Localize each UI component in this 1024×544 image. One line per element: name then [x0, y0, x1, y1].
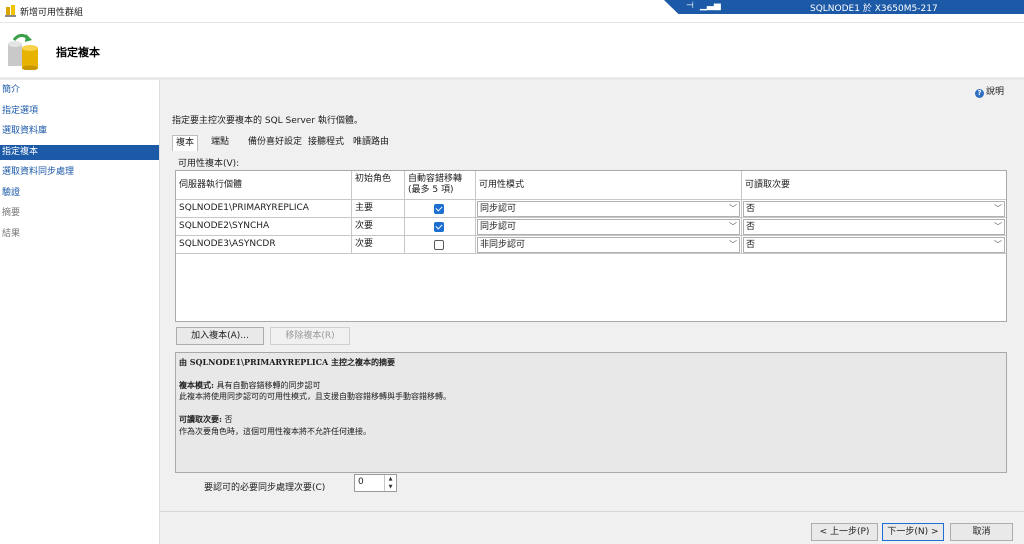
table-row[interactable]: SQLNODE1\PRIMARYREPLICA 主要 同步認可 ﹀ 否 ﹀: [176, 200, 1006, 218]
sidebar-item-select-databases[interactable]: 選取資料庫: [0, 124, 159, 139]
help-link[interactable]: ? 說明: [974, 84, 1004, 98]
readable-secondary-value: 否: [746, 222, 756, 232]
availability-mode-value: 同步認可: [480, 204, 517, 214]
availability-mode-dropdown[interactable]: 非同步認可 ﹀: [477, 237, 740, 253]
sidebar-item-summary: 摘要: [2, 208, 21, 218]
sidebar-item-validation[interactable]: 驗證: [0, 186, 159, 201]
wizard-sidebar: 簡介 指定選項 選取資料庫 指定複本 選取資料同步處理 驗證 摘要 結果: [0, 80, 160, 544]
summary-readable-line: 可讀取次要: 否: [179, 414, 233, 425]
tab-strip: 複本 端點 備份喜好設定 接聽程式 唯讀路由: [172, 135, 472, 151]
wizard-header: 指定複本: [0, 23, 1024, 77]
table-row[interactable]: SQLNODE2\SYNCHA 次要 同步認可 ﹀ 否 ﹀: [176, 218, 1006, 236]
page-title: 指定複本: [56, 46, 100, 59]
availability-mode-value: 同步認可: [480, 222, 517, 232]
tab-endpoints[interactable]: 端點: [208, 135, 232, 151]
readable-secondary-dropdown[interactable]: 否 ﹀: [743, 219, 1005, 235]
initial-role-cell: 次要: [352, 218, 405, 236]
auto-failover-checkbox[interactable]: [434, 204, 444, 214]
window-title: 新增可用性群組: [20, 8, 84, 18]
database-sync-icon: [8, 33, 38, 70]
next-button[interactable]: 下一步(N) >: [882, 523, 944, 541]
sidebar-item-specify-options[interactable]: 指定選項: [0, 104, 159, 119]
replica-summary-panel: 由 SQLNODE1\PRIMARYREPLICA 主控之複本的摘要 複本模式:…: [175, 352, 1007, 473]
summary-mode-line: 複本模式: 具有自動容錯移轉的同步認可: [179, 380, 321, 391]
stepper-arrows-icon[interactable]: ▲ ▼: [384, 475, 396, 491]
initial-role-cell: 次要: [352, 236, 405, 254]
auto-failover-cell: [405, 236, 476, 254]
readable-secondary-cell: 否 ﹀: [742, 218, 1006, 236]
help-icon: ?: [974, 89, 984, 98]
availability-mode-cell: 同步認可 ﹀: [476, 218, 742, 236]
summary-readable-description: 作為次要角色時，這個可用性複本將不允許任何連接。: [179, 427, 371, 436]
readable-secondary-dropdown[interactable]: 否 ﹀: [743, 237, 1005, 253]
remote-session-bar[interactable]: ⊣ ▁▃▅ SQLNODE1 於 X3650M5-217: [664, 0, 1024, 14]
sync-commit-stepper[interactable]: 0 ▲ ▼: [354, 474, 397, 492]
sidebar-item-introduction[interactable]: 簡介: [0, 83, 159, 98]
add-replica-button[interactable]: 加入複本(A)...: [176, 327, 264, 345]
instruction-text: 指定要主控次要複本的 SQL Server 執行個體。: [172, 116, 363, 126]
readable-secondary-value: 否: [746, 204, 756, 214]
replicas-grid: 伺服器執行個體 初始角色 自動容錯移轉 (最多 5 項) 可用性模式 可讀取次要…: [175, 170, 1007, 322]
signal-icon: ▁▃▅: [700, 1, 721, 11]
auto-failover-cell: [405, 218, 476, 236]
tab-read-only-routing[interactable]: 唯讀路由: [350, 135, 392, 151]
sidebar-item-specify-replicas[interactable]: 指定複本: [0, 145, 159, 160]
help-label: 說明: [985, 87, 1004, 97]
pin-icon[interactable]: ⊣: [686, 1, 694, 11]
availability-mode-dropdown[interactable]: 同步認可 ﹀: [477, 219, 740, 235]
chevron-down-icon: ﹀: [729, 204, 737, 213]
summary-title: 由 SQLNODE1\PRIMARYREPLICA 主控之複本的摘要: [179, 357, 396, 367]
previous-button[interactable]: < 上一步(P): [811, 523, 878, 541]
availability-mode-value: 非同步認可: [480, 240, 526, 250]
remove-replica-button: 移除複本(R): [270, 327, 350, 345]
column-header-server: 伺服器執行個體: [176, 171, 352, 200]
sidebar-item-results: 結果: [2, 229, 21, 239]
column-header-role: 初始角色: [352, 171, 405, 200]
cancel-button[interactable]: 取消: [950, 523, 1013, 541]
column-header-availability-mode: 可用性模式: [476, 171, 742, 200]
auto-failover-cell: [405, 200, 476, 218]
availability-mode-dropdown[interactable]: 同步認可 ﹀: [477, 201, 740, 217]
main-panel: ? 說明 指定要主控次要複本的 SQL Server 執行個體。 複本 端點 備份…: [160, 80, 1024, 544]
readable-secondary-dropdown[interactable]: 否 ﹀: [743, 201, 1005, 217]
summary-readable-value: 否: [221, 415, 233, 424]
sidebar-item-data-sync[interactable]: 選取資料同步處理: [0, 165, 159, 180]
readable-secondary-value: 否: [746, 240, 756, 250]
chevron-down-icon: ﹀: [994, 240, 1002, 249]
app-icon: [5, 5, 16, 17]
column-header-auto-failover: 自動容錯移轉 (最多 5 項): [405, 171, 476, 200]
replicas-grid-label: 可用性複本(V):: [178, 159, 240, 169]
chevron-down-icon: ﹀: [729, 222, 737, 231]
readable-secondary-cell: 否 ﹀: [742, 200, 1006, 218]
remote-host-label: SQLNODE1 於 X3650M5-217: [810, 4, 938, 14]
auto-failover-checkbox[interactable]: [434, 222, 444, 232]
sync-commit-value: 0: [358, 477, 364, 487]
auto-failover-checkbox[interactable]: [434, 240, 444, 250]
chevron-down-icon: ﹀: [994, 222, 1002, 231]
server-instance-cell: SQLNODE3\ASYNCDR: [176, 236, 352, 254]
footer-divider: [160, 511, 1024, 512]
availability-mode-cell: 同步認可 ﹀: [476, 200, 742, 218]
chevron-down-icon: ﹀: [729, 240, 737, 249]
summary-readable-label: 可讀取次要:: [179, 414, 222, 424]
availability-mode-cell: 非同步認可 ﹀: [476, 236, 742, 254]
server-instance-cell: SQLNODE1\PRIMARYREPLICA: [176, 200, 352, 218]
summary-mode-value: 具有自動容錯移轉的同步認可: [213, 381, 321, 390]
tab-replicas[interactable]: 複本: [172, 135, 199, 151]
tab-listener[interactable]: 接聽程式: [305, 135, 347, 151]
tab-backup-preferences[interactable]: 備份喜好設定: [245, 135, 305, 151]
table-row[interactable]: SQLNODE3\ASYNCDR 次要 非同步認可 ﹀ 否 ﹀: [176, 236, 1006, 254]
readable-secondary-cell: 否 ﹀: [742, 236, 1006, 254]
summary-mode-label: 複本模式:: [179, 380, 214, 390]
chevron-down-icon: ﹀: [994, 204, 1002, 213]
server-instance-cell: SQLNODE2\SYNCHA: [176, 218, 352, 236]
initial-role-cell: 主要: [352, 200, 405, 218]
summary-mode-description: 此複本將使用同步認可的可用性模式，且支援自動容錯移轉與手動容錯移轉。: [179, 392, 451, 401]
sync-commit-label: 要認可的必要同步處理次要(C): [204, 483, 326, 493]
column-header-readable-secondary: 可讀取次要: [742, 171, 1006, 200]
